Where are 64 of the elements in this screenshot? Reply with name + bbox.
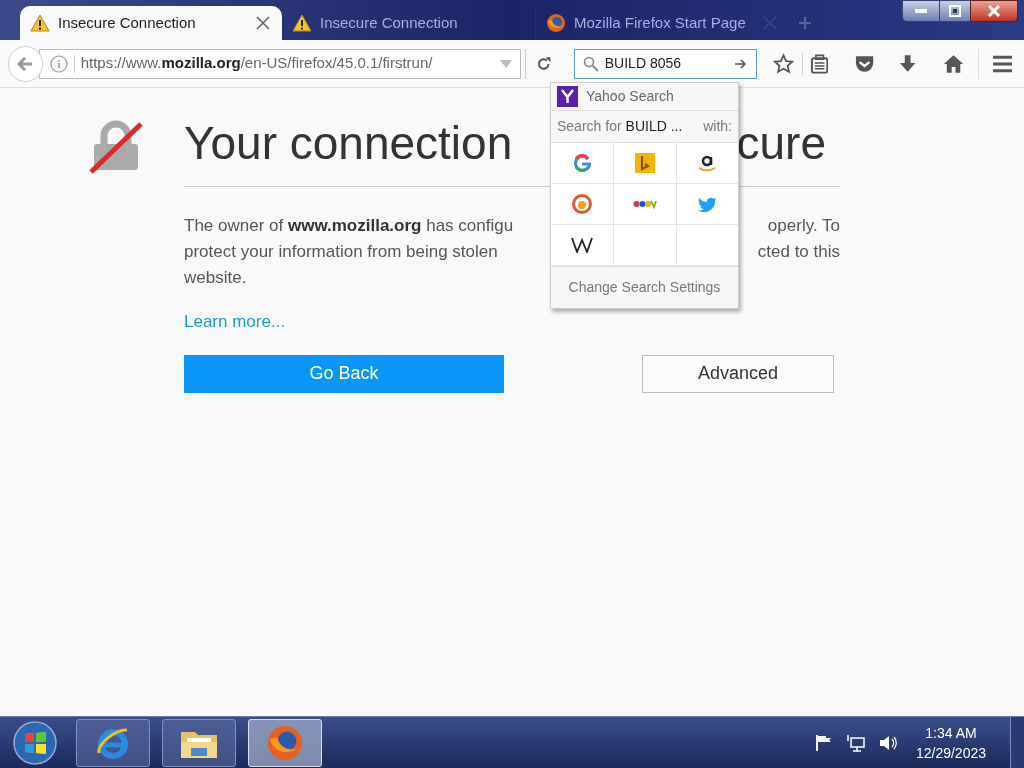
engine-cell[interactable] xyxy=(613,143,676,184)
search-field[interactable]: BUILD 8056 xyxy=(573,48,757,79)
flag-icon[interactable] xyxy=(813,733,832,752)
body-text: protect your information from being stolen xyxy=(184,241,498,263)
show-desktop-button[interactable] xyxy=(1010,716,1024,768)
body-text: The owner of www.mozilla.org has configu xyxy=(184,215,514,237)
close-tab-icon[interactable] xyxy=(256,16,270,30)
page-heading: cure xyxy=(736,120,826,166)
ebay-logo-icon[interactable] xyxy=(633,199,657,209)
search-query: BUILD ... xyxy=(625,117,683,136)
close-icon xyxy=(987,5,1001,17)
menu-icon[interactable] xyxy=(992,54,1012,73)
advanced-button[interactable]: Advanced xyxy=(642,354,834,393)
back-arrow-icon xyxy=(17,56,34,71)
g-logo-icon[interactable] xyxy=(573,154,592,172)
taskbar-app-button[interactable] xyxy=(76,718,150,767)
restore-icon xyxy=(949,5,961,17)
start-button[interactable] xyxy=(10,719,60,766)
taskbar-app-button[interactable] xyxy=(162,718,236,767)
w-logo-icon[interactable] xyxy=(571,237,594,253)
search-value: BUILD 8056 xyxy=(604,54,683,73)
current-engine-label: Yahoo Search xyxy=(586,87,674,106)
change-settings-button[interactable]: Change Search Settings xyxy=(551,266,738,308)
info-icon xyxy=(49,54,68,73)
restore-button[interactable] xyxy=(940,0,970,22)
search-prompt: with: xyxy=(703,117,732,136)
bird-icon[interactable] xyxy=(697,196,718,212)
clock-date[interactable]: 12/29/2023 xyxy=(915,742,986,763)
empty-cell xyxy=(613,225,676,266)
warning-icon xyxy=(292,14,312,32)
minimize-button[interactable] xyxy=(902,0,940,22)
body-text: website. xyxy=(184,267,247,289)
body-text: cted to this xyxy=(757,241,840,263)
engine-cell[interactable] xyxy=(675,184,738,225)
go-arrow-icon[interactable] xyxy=(733,57,748,70)
network-icon[interactable] xyxy=(845,733,866,752)
download-icon[interactable] xyxy=(899,53,917,74)
search-prompt: Search for xyxy=(557,117,622,136)
clock-time[interactable]: 1:34 AM xyxy=(925,722,977,743)
duck-logo-icon[interactable] xyxy=(571,193,594,215)
reload-icon[interactable] xyxy=(536,55,552,72)
search-icon xyxy=(582,55,599,72)
warning-icon xyxy=(30,14,50,32)
b-logo-icon[interactable] xyxy=(635,153,655,173)
engine-cell[interactable] xyxy=(675,143,738,184)
y-logo-icon xyxy=(557,86,578,107)
home-icon[interactable] xyxy=(942,53,964,74)
url-text: https://www.mozilla.org/en-US/firefox/45.0.1/firstrun/ xyxy=(80,53,434,74)
pocket-icon[interactable] xyxy=(854,53,876,74)
star-icon[interactable] xyxy=(772,52,795,75)
broken-lock-icon xyxy=(88,120,144,176)
engine-cell[interactable] xyxy=(613,184,676,225)
close-button[interactable] xyxy=(970,0,1018,22)
reading-list-icon[interactable] xyxy=(811,53,829,74)
body-text: operly. To xyxy=(767,215,840,237)
volume-icon[interactable] xyxy=(877,733,898,752)
empty-cell xyxy=(675,225,738,266)
minimize-icon xyxy=(915,9,927,13)
page-heading: Your connection xyxy=(184,120,513,166)
back-button[interactable] xyxy=(8,45,43,82)
fox-globe-icon xyxy=(266,723,304,762)
address-bar[interactable]: https://www.mozilla.org/en-US/firefox/45.0.1/firstrun/ xyxy=(38,48,522,79)
fox-globe-icon xyxy=(546,13,566,33)
active-tab[interactable]: Insecure Connection xyxy=(20,6,282,40)
